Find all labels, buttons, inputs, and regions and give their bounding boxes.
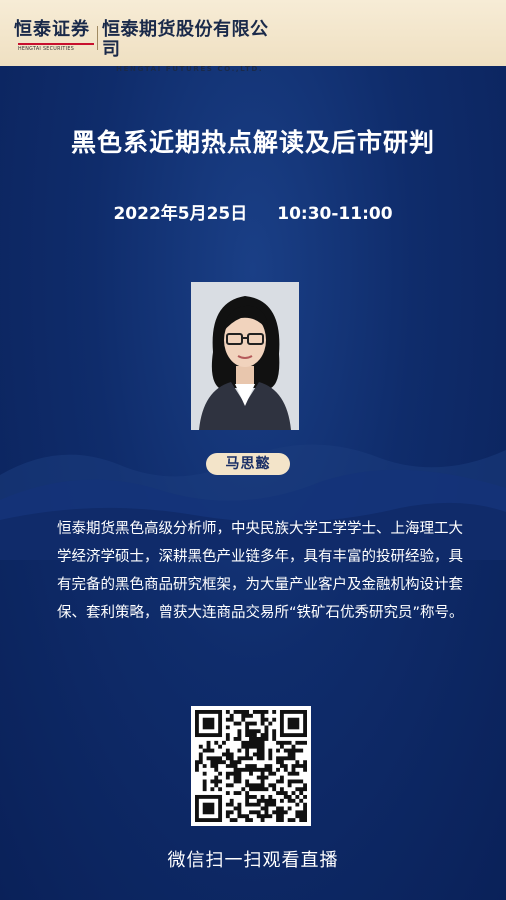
event-time: 10:30-11:00: [277, 204, 393, 224]
event-schedule: 2022年5月25日 10:30-11:00: [0, 199, 506, 224]
securities-logo-text: 恒泰证券: [14, 19, 90, 40]
qr-finder-pattern: [195, 794, 223, 822]
qr-code[interactable]: [191, 706, 311, 826]
futures-company-name: 恒泰期货股份有限公司: [102, 19, 269, 60]
qr-code-image: [195, 710, 307, 822]
speaker-photo: [191, 282, 299, 430]
logo-divider: [97, 26, 98, 50]
logo-red-underline: [18, 43, 94, 45]
hengtai-futures-logo: 恒泰期货股份有限公司 HENGTAI FUTURES CO.,LTD.: [102, 19, 282, 74]
header-banner: 恒泰证券 HENGTAI SECURITIES 恒泰期货股份有限公司 HENGT…: [0, 0, 506, 74]
futures-company-english: HENGTAI FUTURES CO.,LTD.: [116, 64, 264, 73]
hengtai-securities-logo: 恒泰证券 HENGTAI SECURITIES: [14, 20, 98, 54]
speaker-bio: 恒泰期货黑色高级分析师，中央民族大学工学学士、上海理工大学经济学硕士，深耕黑色产…: [57, 521, 464, 621]
event-title: 黑色系近期热点解读及后市研判: [70, 128, 435, 157]
qr-finder-pattern: [195, 710, 223, 738]
scan-instruction: 微信扫一扫观看直播: [167, 850, 339, 871]
securities-logo-english: HENGTAI SECURITIES: [18, 47, 75, 52]
event-date: 2022年5月25日: [113, 204, 248, 224]
speaker-name-badge: 马思懿: [206, 453, 290, 475]
qr-finder-pattern: [279, 710, 307, 738]
